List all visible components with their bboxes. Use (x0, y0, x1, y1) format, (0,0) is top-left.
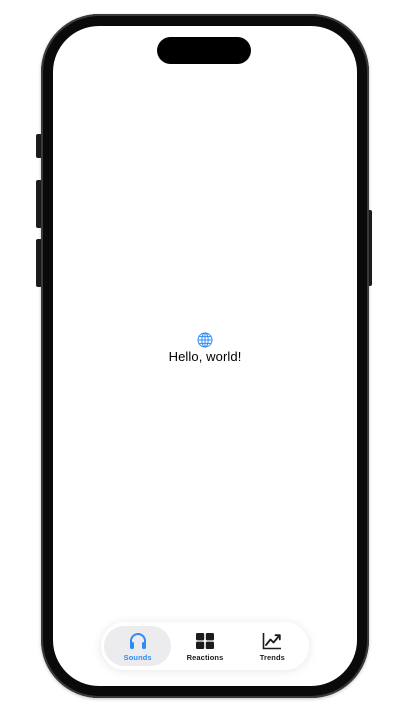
dynamic-island (157, 37, 251, 64)
chart-line-icon (261, 631, 283, 651)
globe-icon (197, 332, 213, 348)
greeting-text: Hello, world! (168, 349, 242, 364)
tab-reactions-label: Reactions (186, 652, 224, 662)
main-content: Hello, world! (53, 332, 357, 364)
tab-trends[interactable]: Trends (239, 626, 306, 666)
tab-reactions[interactable]: Reactions (171, 626, 238, 666)
tab-sounds[interactable]: Sounds (104, 626, 172, 666)
device-stage: Hello, world! Sounds Reactions Trends (0, 0, 406, 714)
tab-trends-label: Trends (259, 652, 285, 662)
phone-screen: Hello, world! Sounds Reactions Trends (53, 26, 357, 686)
grid-icon (194, 631, 216, 651)
tab-bar: Sounds Reactions Trends (101, 622, 309, 670)
tab-sounds-label: Sounds (123, 652, 152, 662)
headphones-icon (127, 631, 149, 651)
